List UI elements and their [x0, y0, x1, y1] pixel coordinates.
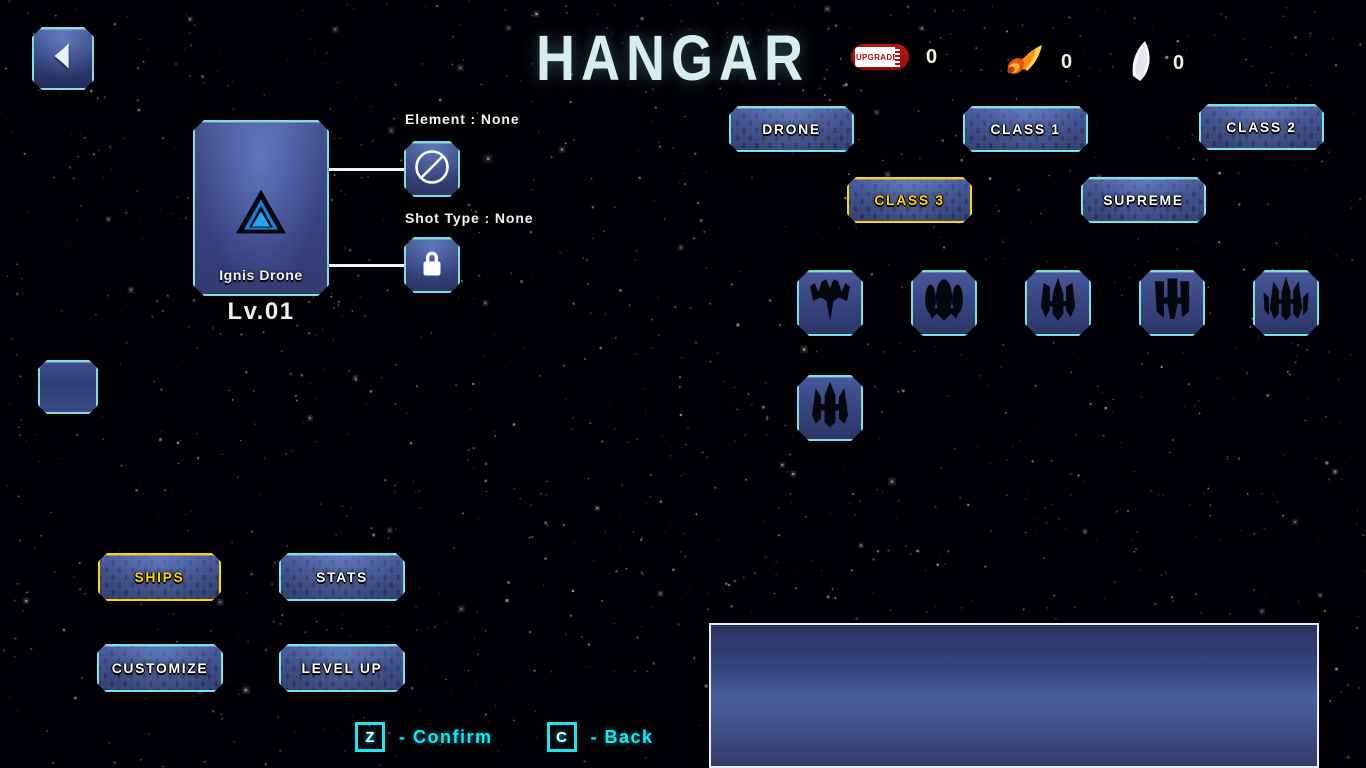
element-slot[interactable] [404, 141, 460, 197]
lock-icon [417, 247, 447, 284]
element-label: Element : None [405, 111, 520, 127]
meteor-icon [1000, 44, 1044, 81]
fighter-triple-pod-icon [917, 274, 971, 333]
ship-slot-5[interactable] [1253, 270, 1319, 336]
connector-line-shottype [329, 264, 405, 267]
upgrade-count: 0 [926, 45, 938, 68]
fighter-wide-wings-icon [803, 274, 857, 333]
ship-preview-card[interactable]: Ignis Drone [193, 120, 329, 296]
ship-slot-6[interactable] [797, 375, 863, 441]
fighter-trident-icon [803, 379, 857, 438]
currency-upgrade: UPGRADE 0 [851, 44, 937, 70]
menu-button-customize[interactable]: CUSTOMIZE [97, 644, 223, 692]
hangar-screen: HANGAR UPGRADE 0 0 0 Ignis Drone Lv.01 E… [0, 0, 1366, 768]
key-hint-bar: Z - Confirm C - Back [355, 722, 654, 752]
tab-class-1[interactable]: CLASS 1 [963, 106, 1088, 152]
back-button[interactable] [32, 27, 94, 90]
menu-button-stats[interactable]: STATS [279, 553, 405, 601]
fighter-spread-fins-icon [1259, 274, 1313, 333]
menu-button-level-up[interactable]: LEVEL UP [279, 644, 405, 692]
tab-class-2[interactable]: CLASS 2 [1199, 104, 1324, 150]
connector-line-element [329, 168, 405, 171]
tab-drone[interactable]: DRONE [729, 106, 854, 152]
ship-level: Lv.01 [227, 298, 295, 325]
description-text [711, 625, 1317, 649]
fighter-spear-nose-icon [1031, 274, 1085, 333]
menu-button-ships[interactable]: SHIPS [98, 553, 221, 601]
tab-supreme[interactable]: SUPREME [1081, 177, 1206, 223]
feather-count: 0 [1173, 52, 1185, 74]
back-arrow-icon [46, 39, 80, 78]
feather-crystal-icon [1128, 40, 1156, 87]
ship-slot-2[interactable] [911, 270, 977, 336]
key-c: C [546, 722, 577, 752]
ship-slot-1[interactable] [797, 270, 863, 336]
page-title: HANGAR [536, 23, 809, 94]
tab-class-3[interactable]: CLASS 3 [847, 177, 972, 223]
ship-card-name: Ignis Drone [219, 267, 303, 283]
key-z-action: - Confirm [399, 726, 493, 747]
ship-slot-4[interactable] [1139, 270, 1205, 336]
empty-equipment-slot[interactable] [38, 360, 98, 414]
fighter-twin-prong-icon [1145, 274, 1199, 333]
meteor-count: 0 [1061, 51, 1073, 73]
triangle-emblem-icon [234, 188, 288, 241]
currency-feather: 0 [1128, 40, 1184, 87]
currency-meteor: 0 [1000, 44, 1072, 81]
ship-slot-3[interactable] [1025, 270, 1091, 336]
upgrade-ticket-label: UPGRADE [855, 47, 900, 67]
key-z: Z [355, 722, 385, 752]
description-panel [709, 623, 1319, 768]
upgrade-ticket-icon: UPGRADE [851, 44, 909, 70]
shot-type-label: Shot Type : None [405, 210, 534, 226]
key-c-action: - Back [590, 726, 654, 747]
shot-type-slot[interactable] [404, 237, 460, 293]
no-element-icon [413, 148, 451, 191]
